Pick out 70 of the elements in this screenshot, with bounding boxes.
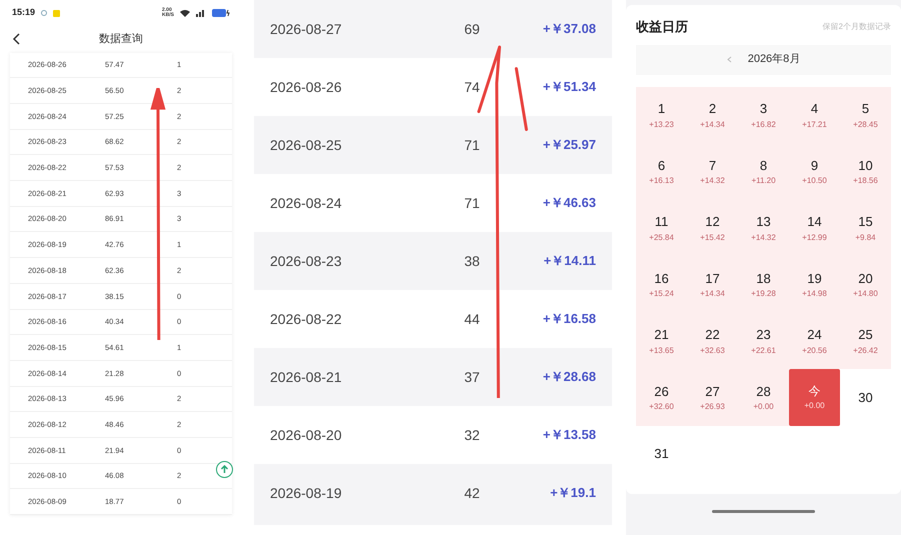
count-cell-text: 71 xyxy=(463,136,481,154)
amount-cell-text: +￥37.08 xyxy=(542,20,596,38)
amount-cell-text: +￥28.68 xyxy=(542,368,596,386)
battery-icon xyxy=(212,9,230,18)
amount-cell-text: +￥13.58 xyxy=(542,426,596,444)
count-cell-text: 37 xyxy=(463,368,481,386)
app-icon xyxy=(53,10,60,17)
calendar-day[interactable]: 24 +20.56 xyxy=(789,312,840,369)
signal-icon xyxy=(196,9,206,18)
month-label: 2026年8月 xyxy=(748,52,800,68)
count-cell-text: 38 xyxy=(463,252,481,270)
count-cell-text: 32 xyxy=(463,426,481,444)
date-cell-text: 2026-08-20 xyxy=(270,426,343,444)
calendar-day[interactable]: 17 +14.34 xyxy=(687,256,738,312)
calendar-day[interactable]: 13 +14.32 xyxy=(738,200,789,256)
wifi-icon xyxy=(180,9,190,18)
amount-cell-text: +￥14.11 xyxy=(542,252,596,270)
calendar-day[interactable]: 21 +13.65 xyxy=(636,312,687,369)
calendar-day[interactable]: 19 +14.98 xyxy=(789,256,840,312)
count-cell-text: 71 xyxy=(463,194,481,212)
calendar-day[interactable]: 5 +28.45 xyxy=(840,86,891,143)
date-cell-text: 2026-08-23 xyxy=(270,252,343,270)
calendar-day[interactable]: 2 +14.34 xyxy=(687,86,738,143)
amount-cell-text: +￥25.97 xyxy=(542,136,596,154)
calendar-day[interactable]: 14 +12.99 xyxy=(789,200,840,256)
amount-cell-text: +￥19.1 xyxy=(549,484,596,502)
calendar-day[interactable]: 11 +25.84 xyxy=(636,200,687,256)
calendar-day[interactable]: 4 +17.21 xyxy=(789,86,840,143)
calendar-day[interactable]: 28 +0.00 xyxy=(738,369,789,426)
amount-cell-text: +￥46.63 xyxy=(542,194,596,212)
date-cell-text: 2026-08-27 xyxy=(270,20,343,38)
calendar-day[interactable]: 25 +26.42 xyxy=(840,312,891,369)
calendar-day[interactable]: 9 +10.50 xyxy=(789,143,840,200)
calendar-day[interactable]: 今 +0.00 xyxy=(789,369,840,426)
calendar-note: 保留2个月数据记录 xyxy=(822,20,891,33)
date-cell-text: 2026-08-24 xyxy=(270,194,343,212)
status-time: 15:19 xyxy=(12,6,36,20)
calendar-day[interactable]: 3 +16.82 xyxy=(738,86,789,143)
count-cell-text: 69 xyxy=(463,20,481,38)
calendar-day[interactable]: 10 +18.56 xyxy=(840,143,891,200)
calendar-day[interactable]: 12 +15.42 xyxy=(687,200,738,256)
scroll-top-button[interactable] xyxy=(216,461,233,478)
date-cell-text: 2026-08-19 xyxy=(270,484,343,502)
calendar-day[interactable]: 18 +19.28 xyxy=(738,256,789,312)
notification-icon xyxy=(41,10,48,16)
count-cell-text: 74 xyxy=(463,78,481,96)
calendar-day[interactable]: 8 +11.20 xyxy=(738,143,789,200)
calendar-day[interactable]: 23 +22.61 xyxy=(738,312,789,369)
date-cell-text: 2026-08-21 xyxy=(270,368,343,386)
arrow-up-icon xyxy=(220,465,229,474)
date-cell-text: 2026-08-25 xyxy=(270,136,343,154)
calendar-day[interactable]: 7 +14.32 xyxy=(687,143,738,200)
calendar-day[interactable]: 22 +32.63 xyxy=(687,312,738,369)
calendar-day[interactable]: 15 +9.84 xyxy=(840,200,891,256)
calendar-day[interactable]: 1 +13.23 xyxy=(636,86,687,143)
calendar-title: 收益日历 xyxy=(636,18,688,36)
calendar-day[interactable]: 26 +32.60 xyxy=(636,369,687,426)
amount-cell-text: +￥51.34 xyxy=(542,78,596,96)
back-icon[interactable] xyxy=(12,33,20,46)
calendar-day[interactable]: 16 +15.24 xyxy=(636,256,687,312)
count-cell-text: 44 xyxy=(463,310,481,328)
amount-cell-text: +￥16.58 xyxy=(542,310,596,328)
date-cell-text: 2026-08-22 xyxy=(270,310,343,328)
page-title: 数据查询 xyxy=(99,32,143,48)
previous-month-icon[interactable] xyxy=(726,56,732,63)
date-cell-text: 2026-08-26 xyxy=(270,78,343,96)
calendar-day[interactable]: 20 +14.80 xyxy=(840,256,891,312)
calendar-day[interactable]: 27 +26.93 xyxy=(687,369,738,426)
count-cell-text: 42 xyxy=(463,484,481,502)
calendar-day[interactable]: 6 +16.13 xyxy=(636,143,687,200)
